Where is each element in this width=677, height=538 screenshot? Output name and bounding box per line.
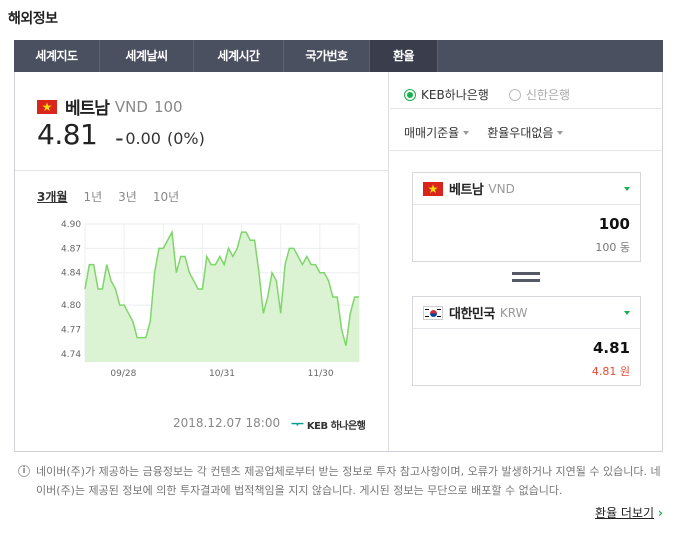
from-currency-code: VND bbox=[488, 181, 515, 196]
bank-radio-label: KEB하나은행 bbox=[421, 88, 489, 102]
more-exchange-link[interactable]: 환율 더보기 › bbox=[595, 504, 663, 521]
divider bbox=[15, 170, 389, 171]
currency-unit: 100 bbox=[153, 97, 183, 116]
converter-panel: KEB하나은행 신한은행 매매기준율 환율우대없음 ★ 베트남 VND 100 … bbox=[390, 72, 663, 451]
tab-world-weather[interactable]: 세계날씨 bbox=[100, 40, 194, 72]
section-title: 해외정보 bbox=[8, 11, 58, 27]
keb-hana-logo-mark: ᅮ bbox=[291, 417, 304, 433]
from-currency-dropdown[interactable]: ★ 베트남 VND bbox=[413, 173, 640, 205]
period-3-months[interactable]: 3개월 bbox=[37, 188, 67, 205]
bank-selector: KEB하나은행 신한은행 bbox=[404, 86, 590, 103]
x-tick-label: 09/28 bbox=[110, 369, 136, 379]
radio-unselected-icon bbox=[508, 88, 521, 101]
rate-panel: ★ 베트남 VND 100 4.81 – 0.00 (0%) 3개월 1년 3년… bbox=[15, 72, 389, 451]
rate-type-dropdown[interactable]: 매매기준율 bbox=[404, 124, 470, 141]
divider bbox=[390, 150, 663, 151]
period-3-years[interactable]: 3년 bbox=[118, 188, 137, 205]
keb-hana-logo-text: KEB 하나은행 bbox=[306, 420, 366, 432]
x-tick-label: 11/30 bbox=[308, 369, 334, 379]
chevron-down-icon bbox=[463, 130, 470, 135]
rate-type-label: 매매기준율 bbox=[404, 126, 460, 140]
vietnam-flag-icon: ★ bbox=[37, 99, 57, 114]
currency-code: VND bbox=[114, 97, 148, 116]
rate-options: 매매기준율 환율우대없음 bbox=[404, 124, 581, 141]
period-10-years[interactable]: 10년 bbox=[153, 188, 179, 205]
y-tick-label: 4.84 bbox=[61, 269, 81, 279]
period-tabs: 3개월 1년 3년 10년 bbox=[37, 188, 195, 205]
chevron-right-icon: › bbox=[658, 505, 663, 520]
y-tick-label: 4.74 bbox=[61, 350, 81, 360]
tab-country-code[interactable]: 국가번호 bbox=[284, 40, 370, 72]
chevron-down-icon bbox=[624, 311, 630, 315]
disclaimer-text: 네이버(주)가 제공하는 금융정보는 각 컨텐츠 제공업체로부터 받는 정보로 … bbox=[36, 465, 661, 497]
y-tick-label: 4.87 bbox=[61, 244, 81, 254]
from-amount-input[interactable]: 100 bbox=[599, 215, 630, 233]
y-tick-label: 4.77 bbox=[61, 326, 81, 336]
to-currency-name: 대한민국 bbox=[449, 307, 495, 322]
current-rate: 4.81 bbox=[37, 118, 98, 151]
divider bbox=[390, 108, 663, 109]
info-icon: i bbox=[18, 465, 30, 477]
to-amount-text: 4.81 원 bbox=[591, 365, 630, 378]
y-tick-label: 4.80 bbox=[61, 301, 81, 311]
preferential-rate-dropdown[interactable]: 환율우대없음 bbox=[487, 124, 564, 141]
chevron-down-icon bbox=[557, 130, 564, 135]
rate-change: 0.00 bbox=[125, 129, 161, 148]
x-tick-label: 10/31 bbox=[209, 369, 235, 379]
radio-selected-icon bbox=[404, 88, 416, 101]
rate-chart-svg: 4.90 4.87 4.84 4.80 4.77 4.74 09/28 10/31 11/30 bbox=[61, 220, 360, 379]
vietnam-flag-icon: ★ bbox=[423, 181, 443, 196]
to-currency-code: KRW bbox=[499, 305, 528, 320]
bank-radio-shinhan[interactable]: 신한은행 bbox=[508, 86, 571, 103]
rate-change-percent: (0%) bbox=[166, 129, 205, 148]
from-currency-box: ★ 베트남 VND 100 100 동 bbox=[412, 172, 641, 262]
to-amount-input[interactable]: 4.81 bbox=[593, 339, 630, 357]
tab-bar: 세계지도 세계날씨 세계시간 국가번호 환율 bbox=[14, 40, 663, 72]
tab-world-time[interactable]: 세계시간 bbox=[194, 40, 284, 72]
tab-exchange-rate[interactable]: 환율 bbox=[370, 40, 438, 72]
rate-timestamp: 2018.12.07 18:00 bbox=[173, 416, 281, 430]
period-1-year[interactable]: 1년 bbox=[83, 188, 102, 205]
to-currency-box: 대한민국 KRW 4.81 4.81 원 bbox=[412, 296, 641, 386]
chart-area bbox=[85, 232, 359, 362]
korea-flag-icon bbox=[423, 305, 443, 320]
preferential-rate-label: 환율우대없음 bbox=[487, 126, 554, 140]
equals-icon bbox=[512, 272, 540, 286]
currency-header: ★ 베트남 VND 100 bbox=[37, 94, 183, 119]
to-currency-dropdown[interactable]: 대한민국 KRW bbox=[413, 297, 640, 329]
from-amount-text: 100 동 bbox=[595, 241, 630, 254]
keb-hana-logo: ᅮ KEB 하나은행 bbox=[291, 414, 366, 434]
from-currency-name: 베트남 bbox=[449, 183, 484, 198]
exchange-card: ★ 베트남 VND 100 4.81 – 0.00 (0%) 3개월 1년 3년… bbox=[14, 72, 663, 452]
disclaimer: i 네이버(주)가 제공하는 금융정보는 각 컨텐츠 제공업체로부터 받는 정보… bbox=[18, 462, 663, 500]
chevron-down-icon bbox=[624, 187, 630, 191]
bank-radio-keb-hana[interactable]: KEB하나은행 bbox=[404, 86, 489, 103]
currency-name: 베트남 bbox=[65, 99, 110, 119]
change-sign-icon: – bbox=[115, 129, 124, 148]
rate-row: 4.81 – 0.00 (0%) bbox=[37, 118, 205, 151]
tab-world-map[interactable]: 세계지도 bbox=[14, 40, 100, 72]
more-exchange-link-text: 환율 더보기 bbox=[595, 506, 655, 520]
bank-radio-label: 신한은행 bbox=[525, 88, 571, 102]
rate-chart: 4.90 4.87 4.84 4.80 4.77 4.74 09/28 10/31 11/30 bbox=[37, 212, 377, 406]
y-tick-label: 4.90 bbox=[61, 220, 81, 230]
